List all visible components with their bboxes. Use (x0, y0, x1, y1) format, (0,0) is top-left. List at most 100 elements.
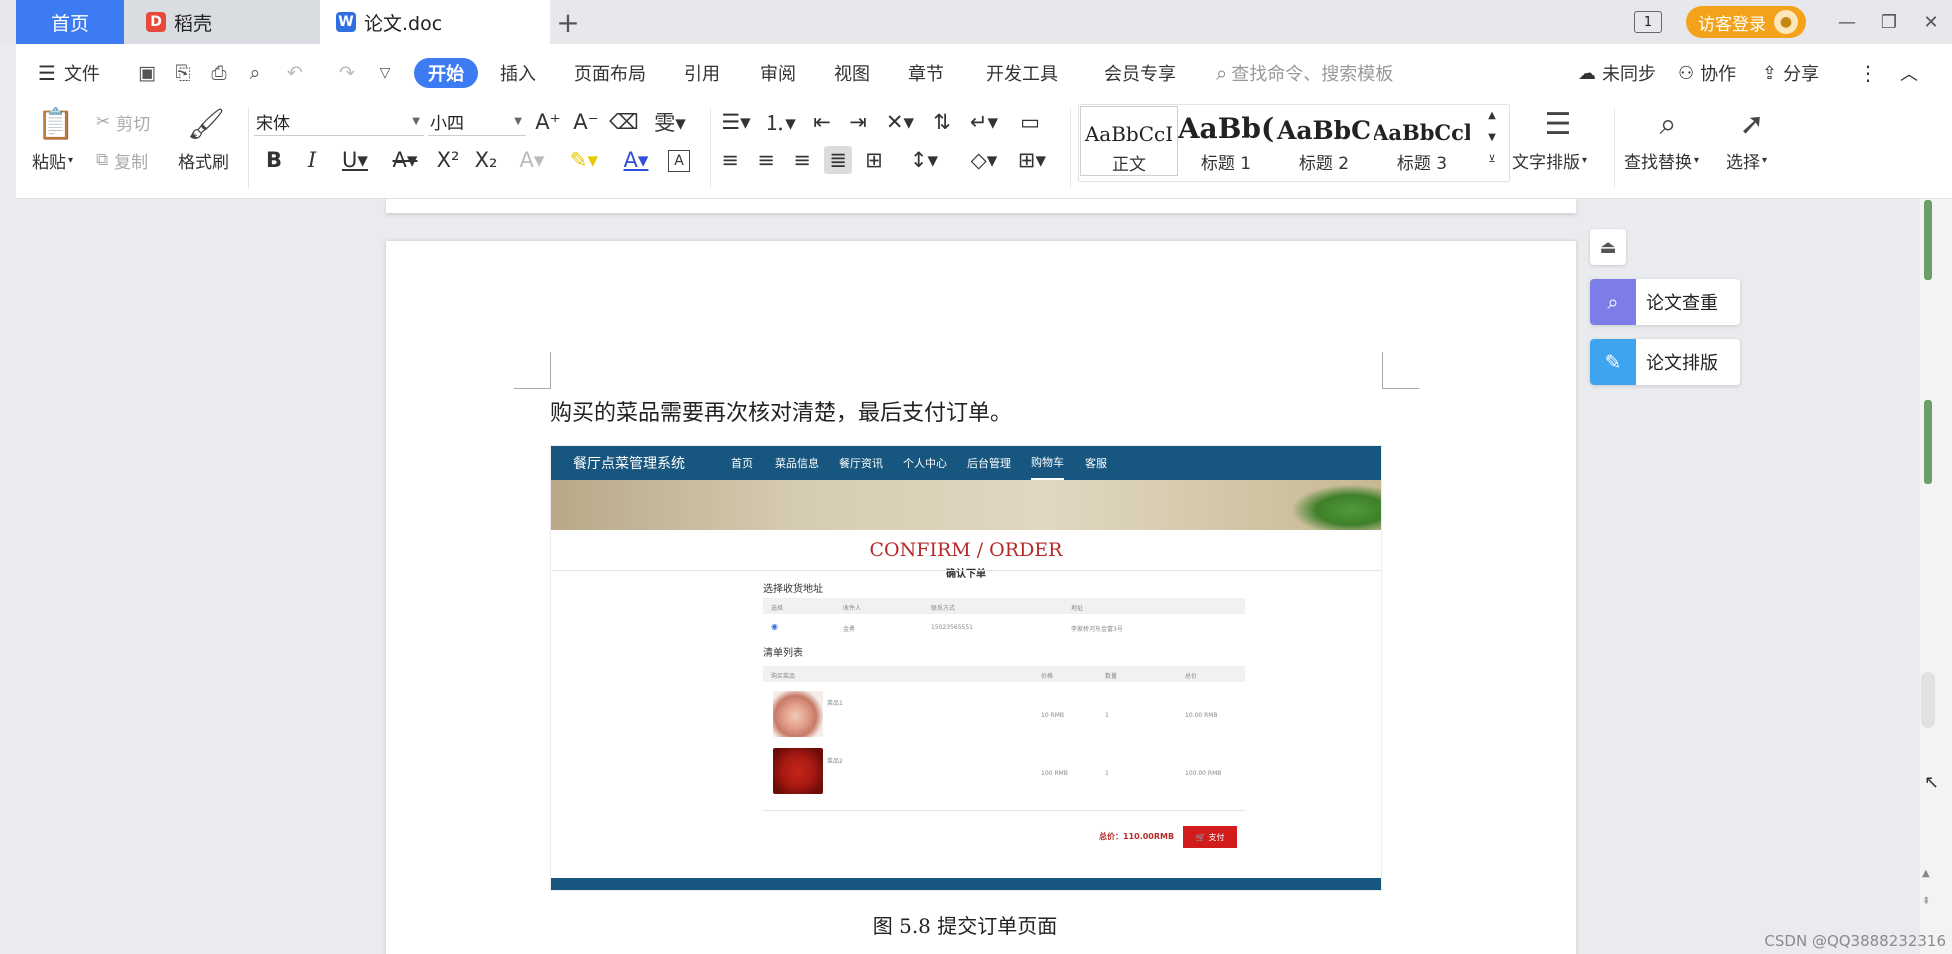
print-preview-icon[interactable]: ⌕ (242, 60, 268, 86)
menu-tab-dev-tools[interactable]: 开发工具 (986, 44, 1058, 102)
guest-login-button[interactable]: 访客登录 ● (1686, 6, 1806, 38)
numbered-list-icon[interactable]: ⒈▾ (760, 108, 800, 136)
tab-daoke[interactable]: D 稻壳 (124, 0, 320, 44)
gallery-down-icon[interactable]: ▼ (1478, 128, 1506, 146)
minimize-icon[interactable]: — (1826, 0, 1868, 44)
underline-icon[interactable]: U▾ (334, 146, 376, 174)
font-color-icon[interactable]: A▾ (614, 146, 658, 174)
item-price: 10 RMB (1041, 712, 1065, 719)
more-icon[interactable]: ⋮ (1858, 44, 1878, 102)
quick-access-dropdown-icon[interactable]: ▽ (372, 60, 398, 86)
tab-home[interactable]: 首页 (16, 0, 124, 44)
vertical-scrollbar[interactable] (1920, 199, 1952, 954)
gallery-more-icon[interactable]: ⊻ (1478, 150, 1506, 168)
sync-status[interactable]: ☁ 未同步 (1578, 44, 1656, 102)
menu-tab-member[interactable]: 会员专享 (1104, 44, 1176, 102)
text-direction-icon[interactable]: ✕▾ (880, 108, 920, 136)
copy-button[interactable]: ⧉ 复制 (96, 148, 148, 173)
shot-nav-item: 个人中心 (903, 457, 947, 470)
find-replace-button[interactable]: 查找替换 ▾ (1624, 148, 1699, 173)
font-size-select[interactable]: 小四 ▼ (428, 108, 526, 136)
superscript-icon[interactable]: X² (434, 146, 462, 174)
clear-format-icon[interactable]: ⌫ (609, 108, 639, 136)
style-normal[interactable]: AaBbCcI 正文 (1080, 106, 1178, 176)
address-table-header (763, 598, 1245, 614)
format-painter-icon[interactable]: 🖌 (187, 106, 225, 142)
style-heading-2[interactable]: AaBbC 标题 2 (1276, 106, 1372, 174)
scrollbar-thumb[interactable] (1921, 672, 1935, 728)
figure-caption: 图 5.8 提交订单页面 (872, 914, 1058, 938)
save-icon[interactable]: ▣ (134, 60, 160, 86)
font-name-select[interactable]: 宋体 ▼ (254, 108, 424, 136)
undo-icon[interactable]: ↶ (282, 60, 308, 86)
align-left-icon[interactable]: ≡ (716, 146, 744, 174)
tab-document[interactable]: W 论文.doc (320, 0, 550, 44)
align-center-icon[interactable]: ≡ (752, 146, 780, 174)
text-effect-icon[interactable]: A▾ (510, 146, 554, 174)
share-button[interactable]: ⇪ 分享 (1762, 44, 1819, 102)
text-layout-button[interactable]: 文字排版 ▾ (1512, 148, 1587, 173)
justify-icon[interactable]: ≣ (824, 146, 852, 174)
find-replace-label: 查找替换 (1624, 152, 1692, 173)
new-tab-icon[interactable]: + (552, 0, 584, 44)
line-break-icon[interactable]: ↵▾ (964, 108, 1004, 136)
menu-tab-review[interactable]: 审阅 (760, 44, 796, 102)
collab-button[interactable]: ⚇ 协作 (1678, 44, 1736, 102)
restore-icon[interactable]: ❐ (1868, 0, 1910, 44)
redo-icon[interactable]: ↷ (334, 60, 360, 86)
decrease-indent-icon[interactable]: ⇤ (808, 108, 836, 136)
cut-button[interactable]: ✂ 剪切 (96, 110, 150, 135)
increase-indent-icon[interactable]: ⇥ (844, 108, 872, 136)
file-menu[interactable]: ☰ 文件 (38, 44, 100, 102)
borders-icon[interactable]: ⊞▾ (1012, 146, 1052, 174)
select-button[interactable]: 选择 ▾ (1726, 148, 1767, 173)
bullet-list-icon[interactable]: ☰▾ (716, 108, 756, 136)
sort-icon[interactable]: ⇅ (928, 108, 956, 136)
ruler-icon[interactable]: ▭ (1016, 108, 1044, 136)
shrink-font-icon[interactable]: A⁻ (572, 108, 600, 136)
file-menu-label: 文件 (63, 64, 100, 85)
scroll-page-icon[interactable]: ⇞ (1922, 896, 1930, 907)
highlight-icon[interactable]: ✎▾ (562, 146, 606, 174)
collapse-panel-icon[interactable]: ⏏ (1590, 229, 1626, 265)
phonetic-guide-icon[interactable]: 雯▾ (648, 108, 692, 136)
strikethrough-icon[interactable]: A▾ (384, 146, 426, 174)
menu-tab-start[interactable]: 开始 (414, 58, 478, 88)
bold-icon[interactable]: B (260, 146, 288, 174)
cursor-icon[interactable]: ➚ (1734, 106, 1770, 142)
item-qty: 1 (1105, 770, 1109, 777)
collapse-ribbon-icon[interactable]: ︿ (1900, 44, 1918, 102)
window-count-badge[interactable]: 1 (1634, 11, 1662, 33)
paste-icon[interactable]: 📋 (37, 106, 74, 142)
find-icon[interactable]: ⌕ (1650, 106, 1686, 142)
paste-button[interactable]: 粘贴 ▾ (32, 148, 73, 173)
distribute-icon[interactable]: ⊞ (860, 146, 888, 174)
menu-tab-insert[interactable]: 插入 (500, 44, 536, 102)
shot-nav-item: 菜品信息 (775, 457, 819, 470)
grow-font-icon[interactable]: A⁺ (534, 108, 562, 136)
print-icon[interactable]: ⎙ (206, 60, 232, 86)
command-search[interactable]: ⌕ 查找命令、搜索模板 (1216, 44, 1393, 102)
paper-layout-button[interactable]: ✎ 论文排版 (1590, 339, 1740, 385)
line-spacing-icon[interactable]: ↕▾ (904, 146, 944, 174)
char-border-icon[interactable]: A (668, 150, 690, 172)
style-heading-3[interactable]: AaBbCcl 标题 3 (1374, 106, 1470, 174)
subscript-icon[interactable]: X₂ (472, 146, 500, 174)
menu-tab-reference[interactable]: 引用 (684, 44, 720, 102)
gallery-up-icon[interactable]: ▲ (1478, 106, 1506, 124)
scroll-up-icon[interactable]: ▲ (1922, 868, 1930, 879)
style-heading-1[interactable]: AaBb(标题 1 (1178, 106, 1274, 174)
menu-tab-view[interactable]: 视图 (834, 44, 870, 102)
menu-tab-page-layout[interactable]: 页面布局 (574, 44, 646, 102)
format-painter-button[interactable]: 格式刷 (178, 148, 229, 173)
export-icon[interactable]: ⎘ (170, 60, 196, 86)
close-icon[interactable]: ✕ (1910, 0, 1952, 44)
embedded-screenshot[interactable]: 餐厅点菜管理系统 首页 菜品信息 餐厅资讯 个人中心 后台管理 购物车 客服 C… (550, 445, 1382, 891)
italic-icon[interactable]: I (298, 146, 326, 174)
align-right-icon[interactable]: ≡ (788, 146, 816, 174)
menu-tab-chapter[interactable]: 章节 (908, 44, 944, 102)
text-layout-icon[interactable]: ☰ (1540, 106, 1576, 142)
paper-check-button[interactable]: ⌕ 论文查重 (1590, 279, 1740, 325)
shading-icon[interactable]: ◇▾ (964, 146, 1004, 174)
share-icon: ⇪ (1762, 62, 1778, 84)
